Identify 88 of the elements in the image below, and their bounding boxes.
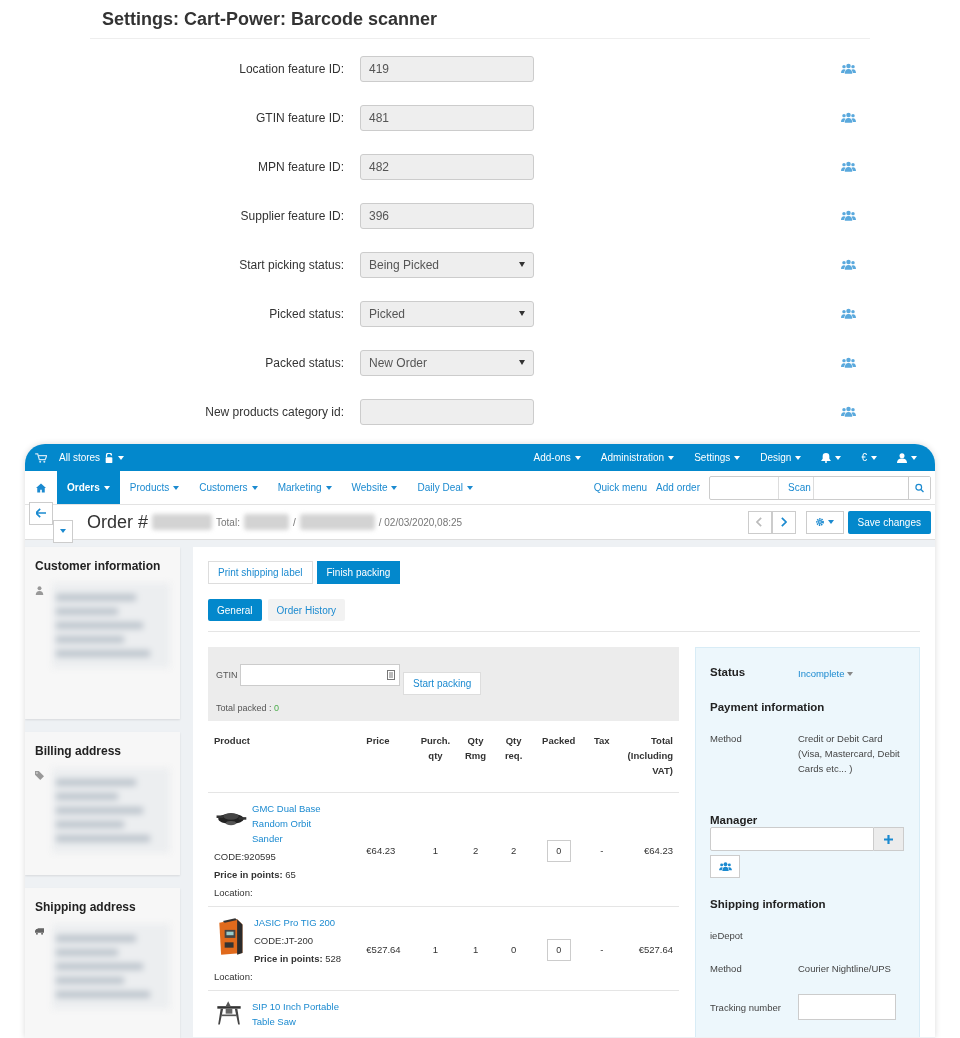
table-cell: 1 bbox=[432, 845, 439, 856]
status-dropdown[interactable]: Incomplete bbox=[798, 668, 854, 679]
price-in-points: Price in points: 528 bbox=[254, 952, 343, 966]
nav-tab[interactable]: Marketing bbox=[267, 471, 342, 504]
action-button[interactable]: Finish packing bbox=[316, 561, 401, 584]
menu-dropdown[interactable]: Add-ons bbox=[525, 452, 589, 463]
column-header: Qty Rmg bbox=[456, 725, 495, 793]
nav-link[interactable]: Quick menu bbox=[593, 482, 648, 493]
nav-tab[interactable]: Website bbox=[341, 471, 408, 504]
section-title: Shipping information bbox=[710, 898, 827, 910]
select-field[interactable]: Being Picked bbox=[360, 251, 534, 278]
field-label: New products category id: bbox=[204, 404, 345, 419]
select-field[interactable]: Picked bbox=[360, 300, 534, 327]
nav-tab[interactable]: Customers bbox=[189, 471, 268, 504]
card-title: Shipping address bbox=[35, 900, 137, 914]
store-selector[interactable]: All stores bbox=[51, 452, 133, 463]
input-field[interactable]: 482 bbox=[360, 153, 534, 180]
table-cell: 1 bbox=[472, 944, 479, 955]
column-header: Product bbox=[208, 725, 361, 793]
total-label: Total: bbox=[216, 516, 240, 528]
product-link[interactable]: SIP 10 Inch Portable Table Saw bbox=[252, 999, 352, 1029]
nav-tab[interactable]: Daily Deal bbox=[407, 471, 484, 504]
tab[interactable]: General bbox=[208, 599, 262, 621]
field-label: MPN feature ID: bbox=[256, 159, 345, 174]
product-code: CODE:920595 bbox=[214, 850, 277, 864]
order-date: / 02/03/2020,08:25 bbox=[378, 516, 463, 528]
payment-method: Credit or Debit Card (Visa, Mastercard, Debit Cards etc... ) bbox=[798, 732, 901, 776]
method-label: Method bbox=[710, 962, 743, 976]
price-in-points: Price in points: 65 bbox=[214, 868, 297, 882]
menu-dropdown[interactable]: Design bbox=[752, 452, 810, 463]
tab[interactable]: Order History bbox=[267, 599, 346, 621]
field-label: Packed status: bbox=[264, 355, 345, 370]
card-title: Billing address bbox=[35, 744, 123, 758]
separator: / bbox=[292, 516, 296, 528]
product-code: CODE:JT-200 bbox=[254, 934, 315, 948]
nav-link[interactable]: Add order bbox=[656, 482, 700, 493]
gtin-label: GTIN bbox=[216, 669, 239, 680]
nav-tab[interactable]: Products bbox=[119, 471, 190, 504]
price-cell: €527.64 bbox=[366, 944, 401, 955]
menu-dropdown[interactable]: Administration bbox=[592, 452, 683, 463]
input-field[interactable]: 396 bbox=[360, 202, 534, 229]
column-header: Purch. qty bbox=[414, 725, 457, 793]
field-label: Supplier feature ID: bbox=[239, 208, 345, 223]
start-packing-button[interactable]: Start packing bbox=[403, 672, 482, 695]
card-title: Customer information bbox=[35, 559, 162, 573]
field-label: Start picking status: bbox=[238, 257, 345, 272]
action-button[interactable]: Print shipping label bbox=[208, 561, 313, 584]
table-cell: - bbox=[600, 845, 604, 856]
column-header: Tax bbox=[584, 725, 619, 793]
total-cell: €527.64 bbox=[638, 944, 673, 955]
select-field[interactable]: New Order bbox=[360, 349, 534, 376]
column-header: Qty req. bbox=[494, 725, 533, 793]
field-label: GTIN feature ID: bbox=[254, 110, 345, 125]
shipping-method: Courier Nightline/UPS bbox=[798, 962, 891, 976]
section-title: Manager bbox=[710, 814, 759, 826]
input-field[interactable]: 481 bbox=[360, 104, 534, 131]
order-title: Order # bbox=[87, 511, 149, 533]
tracking-label: Tracking number bbox=[710, 1000, 782, 1015]
total-packed: Total packed : 0 bbox=[216, 703, 281, 713]
method-label: Method bbox=[710, 732, 743, 746]
product-link[interactable]: GMC Dual Base Random Orbit Sander bbox=[252, 801, 337, 846]
price-cell: €64.23 bbox=[366, 845, 396, 856]
nav-tab[interactable]: Orders bbox=[57, 471, 120, 504]
product-link[interactable]: JASIC Pro TIG 200 bbox=[254, 915, 354, 930]
menu-dropdown[interactable]: Settings bbox=[686, 452, 749, 463]
column-header: Price bbox=[360, 725, 415, 793]
status-label: Status bbox=[710, 666, 747, 678]
save-button[interactable]: Save changes bbox=[847, 510, 931, 534]
packed-field[interactable]: 0 bbox=[546, 839, 571, 862]
input-field[interactable]: 419 bbox=[360, 55, 534, 82]
table-cell: 2 bbox=[472, 845, 479, 856]
currency-dropdown[interactable]: € bbox=[853, 452, 885, 463]
packed-field[interactable]: 0 bbox=[546, 938, 571, 961]
column-header: Total (Including VAT) bbox=[618, 725, 679, 793]
table-cell: 1 bbox=[432, 944, 439, 955]
location-label: Location: bbox=[214, 886, 254, 900]
location-label: Location: bbox=[214, 970, 254, 984]
column-header: Packed bbox=[532, 725, 585, 793]
table-cell: 2 bbox=[510, 845, 517, 856]
table-cell: 0 bbox=[510, 944, 517, 955]
section-title: Payment information bbox=[710, 701, 826, 713]
scan-label: Scan bbox=[787, 482, 812, 493]
settings-title: Settings: Cart-Power: Barcode scanner bbox=[102, 8, 438, 30]
field-label: Location feature ID: bbox=[238, 61, 345, 76]
field-label: Picked status: bbox=[268, 306, 345, 321]
table-cell: - bbox=[600, 944, 604, 955]
total-cell: €64.23 bbox=[643, 845, 673, 856]
carrier-name: ieDepot bbox=[710, 929, 744, 943]
